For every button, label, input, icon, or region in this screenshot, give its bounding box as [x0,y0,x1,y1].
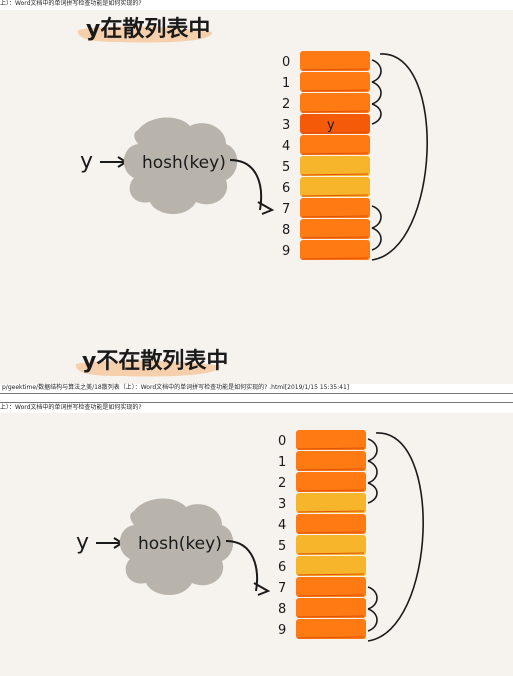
slot-index-3: 3 [282,118,290,133]
slot-5 [296,535,366,555]
slot-7 [300,198,370,218]
slot-index-4: 4 [278,518,286,533]
probe-arrow-1-2 [371,81,382,105]
slot-index-1: 1 [278,455,286,470]
hash-table-diagram-1: y在散列表中 y hosh(key) 0 1 2 3 4 5 6 7 8 9 y [77,16,428,261]
slot-6 [300,177,370,197]
file-path-caption: p/geektime/数据结构与算法之美/18散列表（上）：Word文档中的单词… [2,384,350,391]
diagram-panel-in-table: y在散列表中 y hosh(key) 0 1 2 3 4 5 6 7 8 9 y [0,10,513,384]
hash-function-label: hosh(key) [142,153,226,173]
slot-index-9: 9 [278,623,286,638]
title-in-table: y在散列表中 [86,16,210,42]
header-caption: 上）：Word文档中的单词拼写检查功能是如何实现的? [0,0,142,7]
slot-index-9: 9 [282,244,290,259]
input-y-label-2: y [76,530,89,555]
probe-arrow-7-8 [371,205,382,229]
slot-2 [296,472,366,492]
input-y-label: y [80,149,93,174]
probe-arrows-2 [367,432,424,642]
slot-index-0: 0 [282,55,290,70]
slot-index-7: 7 [282,202,290,217]
diagram-panel-not-in-table: y hosh(key) 0 1 2 3 4 5 6 7 8 9 [0,413,513,676]
probe-arrow-0-1 [371,59,382,83]
slot-8 [300,219,370,239]
slot-5 [300,156,370,176]
slot-6 [296,556,366,576]
probe-arrow-8-9 [367,608,378,632]
probe-arrow-7-8 [367,586,378,610]
probe-arrow-2-3 [367,482,378,504]
slot-1 [296,451,366,471]
slot-9 [300,240,370,260]
slot-index-labels: 0 1 2 3 4 5 6 7 8 9 [282,55,290,259]
probe-arrow-8-9 [371,227,382,251]
header-caption-2: 上）：Word文档中的单词拼写检查功能是如何实现的? [0,404,142,411]
slot-0 [296,430,366,450]
slot-index-8: 8 [282,223,290,238]
slot-3 [300,114,370,134]
probe-arrow-0-1 [367,438,378,462]
slot-index-1: 1 [282,76,290,91]
slot-index-5: 5 [282,160,290,175]
slot-4 [296,514,366,534]
slot-9 [296,619,366,639]
slot-index-0: 0 [278,434,286,449]
slot-1 [300,72,370,92]
slot-index-3: 3 [278,497,286,512]
slot-index-7: 7 [278,581,286,596]
title-strip-not-in-table: y不在散列表中 [75,348,228,377]
title-not-in-table: y不在散列表中 [82,348,228,374]
slot-0 [300,51,370,71]
slot-index-2: 2 [282,97,290,112]
slot-2 [300,93,370,113]
wraparound-arrow [371,53,428,261]
probe-arrows [371,53,428,261]
slot-index-4: 4 [282,139,290,154]
probe-arrow-1-2 [367,460,378,484]
hash-table-diagram-2: y hosh(key) 0 1 2 3 4 5 6 7 8 9 [76,430,424,642]
slot-4 [300,135,370,155]
slot-8 [296,598,366,618]
wraparound-arrow-2 [367,432,424,642]
hash-function-label-2: hosh(key) [138,534,222,554]
slot-index-labels-2: 0 1 2 3 4 5 6 7 8 9 [278,434,286,638]
slot-index-5: 5 [278,539,286,554]
probe-arrow-2-3 [371,103,382,125]
slot-index-8: 8 [278,602,286,617]
slot-3 [296,493,366,513]
slot-index-6: 6 [278,560,286,575]
page-divider [0,393,513,403]
hash-table-slots [300,51,370,260]
hash-table-slots-2 [296,430,366,639]
stored-value-y: y [327,118,335,133]
slot-index-2: 2 [278,476,286,491]
slot-7 [296,577,366,597]
slot-index-6: 6 [282,181,290,196]
